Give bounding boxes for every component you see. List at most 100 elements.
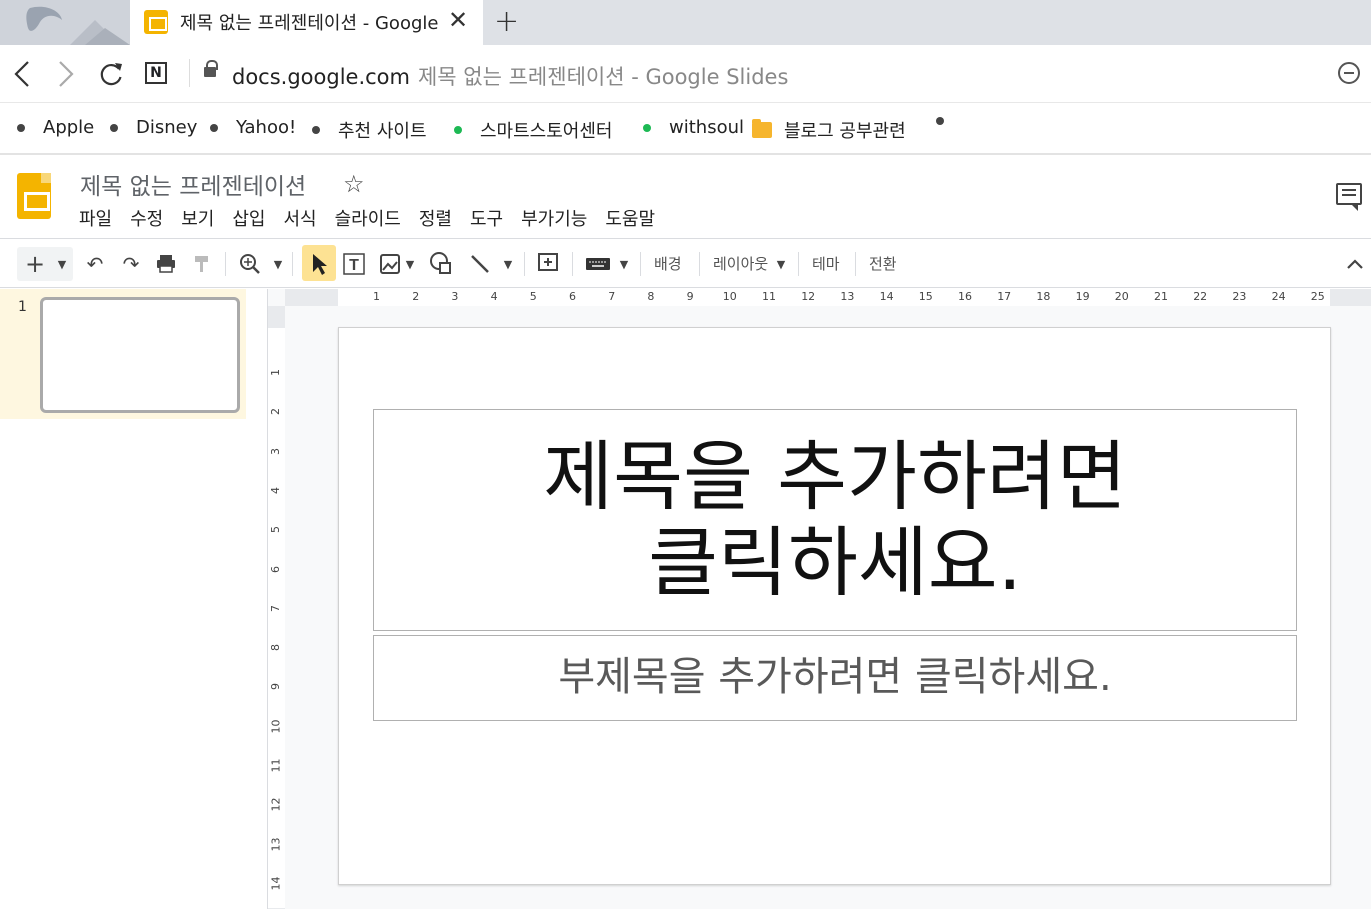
address-bar: N docs.google.com 제목 없는 프레젠테이션 - Google S… — [0, 45, 1371, 103]
undo-icon[interactable]: ↶ — [82, 248, 108, 280]
plus-icon[interactable]: + — [24, 248, 46, 280]
ruler-label: 4 — [269, 486, 282, 494]
notion-extension-icon[interactable]: N — [145, 62, 167, 84]
text-box-icon[interactable]: T — [341, 248, 367, 280]
bookmark-label: Yahoo! — [236, 117, 297, 138]
bookmark-withsoul[interactable]: withsoul — [643, 117, 744, 138]
folder-icon — [752, 119, 772, 138]
vertical-ruler[interactable]: 1 2 3 4 5 6 7 8 9 10 11 12 13 14 — [268, 306, 285, 909]
bookmark-folder-blog[interactable]: 블로그 공부관련 — [752, 117, 906, 143]
title-placeholder-text: 제목을 추가하려면 클릭하세요. — [543, 432, 1127, 607]
bookmark-recommended-sites[interactable]: 추천 사이트 — [312, 117, 427, 143]
star-icon[interactable]: ☆ — [343, 170, 365, 198]
bookmark-apple[interactable]: Apple — [17, 117, 94, 138]
menu-view[interactable]: 보기 — [181, 205, 214, 231]
forward-icon[interactable] — [56, 60, 76, 88]
chevron-down-icon[interactable]: ▼ — [404, 248, 416, 280]
ruler-label: 2 — [269, 408, 282, 416]
slides-logo-icon[interactable] — [17, 173, 51, 219]
background-button[interactable]: 배경 — [654, 253, 682, 274]
ruler-label: 13 — [269, 837, 283, 852]
document-title[interactable]: 제목 없는 프레젠테이션 — [80, 167, 306, 201]
slide-number: 1 — [18, 299, 27, 315]
ruler-label: 12 — [801, 290, 816, 303]
menu-edit[interactable]: 수정 — [130, 205, 163, 231]
keyboard-icon[interactable] — [584, 248, 612, 280]
ruler-label: 5 — [529, 290, 537, 303]
browser-logo — [0, 0, 130, 45]
cursor-select-icon[interactable] — [308, 248, 330, 280]
tab-title: 제목 없는 프레젠테이션 - Google Slides — [180, 13, 438, 34]
subtitle-placeholder-text: 부제목을 추가하려면 클릭하세요. — [558, 654, 1112, 700]
ruler-label: 19 — [1075, 290, 1090, 303]
redo-icon[interactable]: ↷ — [118, 248, 144, 280]
image-icon[interactable] — [378, 248, 402, 280]
bookmark-yahoo[interactable]: Yahoo! — [210, 117, 296, 138]
shape-icon[interactable] — [428, 248, 454, 280]
zoom-out-icon[interactable] — [1338, 62, 1360, 84]
layout-button[interactable]: 레이아웃 — [713, 253, 768, 274]
smartstore-icon — [454, 126, 462, 134]
menu-format[interactable]: 서식 — [284, 205, 317, 231]
menu-tools[interactable]: 도구 — [470, 205, 503, 231]
transition-button[interactable]: 전환 — [869, 253, 897, 274]
ruler-label: 3 — [269, 447, 282, 455]
comments-icon[interactable] — [1336, 183, 1362, 211]
url-field[interactable]: docs.google.com 제목 없는 프레젠테이션 - Google Sli… — [232, 61, 788, 91]
close-icon[interactable]: ✕ — [448, 6, 468, 34]
bookmarks-bar: Apple Disney Yahoo! 추천 사이트 스마트스토어센터 with… — [0, 103, 1371, 155]
collapse-chevron-up-icon[interactable] — [1344, 248, 1366, 280]
ruler-label: 11 — [762, 290, 776, 303]
ruler-label: 8 — [269, 644, 282, 652]
ruler-label: 6 — [569, 290, 576, 303]
chevron-down-icon[interactable]: ▼ — [618, 248, 630, 280]
menu-slide[interactable]: 슬라이드 — [335, 205, 401, 231]
ruler-label: 9 — [686, 290, 694, 303]
ruler-label: 4 — [490, 290, 498, 303]
divider — [699, 252, 700, 276]
ruler-label: 12 — [269, 797, 283, 812]
menu-arrange[interactable]: 정렬 — [419, 205, 452, 231]
ruler-label: 5 — [269, 526, 282, 534]
zoom-icon[interactable] — [238, 248, 262, 280]
title-placeholder[interactable]: 제목을 추가하려면 클릭하세요. — [373, 409, 1297, 631]
paint-format-icon[interactable] — [192, 248, 212, 280]
line-icon[interactable] — [468, 248, 492, 280]
insert-comment-icon[interactable] — [536, 248, 560, 280]
lock-icon[interactable] — [204, 60, 218, 77]
bookmark-more[interactable] — [936, 117, 962, 125]
bookmark-smartstore[interactable]: 스마트스토어센터 — [454, 117, 612, 143]
tab-google-slides[interactable]: 제목 없는 프레젠테이션 - Google Slides ✕ — [130, 0, 483, 45]
slides-favicon-icon — [144, 10, 168, 34]
bookmark-label: withsoul — [669, 117, 744, 138]
bookmark-dot-icon — [936, 117, 944, 125]
slide-canvas[interactable]: 제목을 추가하려면 클릭하세요. 부제목을 추가하려면 클릭하세요. — [338, 327, 1331, 885]
svg-text:T: T — [349, 257, 359, 274]
chevron-down-icon[interactable]: ▼ — [272, 248, 284, 280]
url-page-title: 제목 없는 프레젠테이션 - Google Slides — [417, 65, 789, 89]
filmstrip-slide-1[interactable]: 1 — [0, 289, 246, 419]
ruler-label: 11 — [269, 758, 283, 773]
menu-help[interactable]: 도움말 — [605, 205, 655, 231]
menu-file[interactable]: 파일 — [79, 205, 112, 231]
ruler-label: 18 — [1036, 290, 1051, 303]
ruler-label: 24 — [1271, 290, 1286, 303]
chevron-down-icon[interactable]: ▼ — [502, 248, 514, 280]
print-icon[interactable] — [155, 248, 177, 280]
divider — [292, 252, 293, 276]
chevron-down-icon[interactable]: ▼ — [56, 248, 68, 280]
ruler-label: 1 — [373, 290, 380, 303]
subtitle-placeholder[interactable]: 부제목을 추가하려면 클릭하세요. — [373, 635, 1297, 721]
ruler-label: 22 — [1193, 290, 1208, 303]
menu-insert[interactable]: 삽입 — [232, 205, 265, 231]
back-icon[interactable] — [12, 60, 32, 88]
theme-button[interactable]: 테마 — [812, 253, 840, 274]
chevron-down-icon[interactable]: ▼ — [776, 248, 786, 280]
reload-icon[interactable] — [98, 61, 124, 87]
ruler-label: 7 — [269, 604, 282, 612]
bookmark-disney[interactable]: Disney — [110, 117, 197, 138]
horizontal-ruler[interactable]: 1 2 3 4 5 6 7 8 9 10 11 12 13 14 15 16 17 18 19 20 21 22 23 24 2… — [285, 289, 1371, 306]
slide-thumbnail[interactable] — [40, 297, 240, 413]
new-tab-button[interactable]: + — [494, 4, 519, 39]
menu-addons[interactable]: 부가기능 — [521, 205, 587, 231]
